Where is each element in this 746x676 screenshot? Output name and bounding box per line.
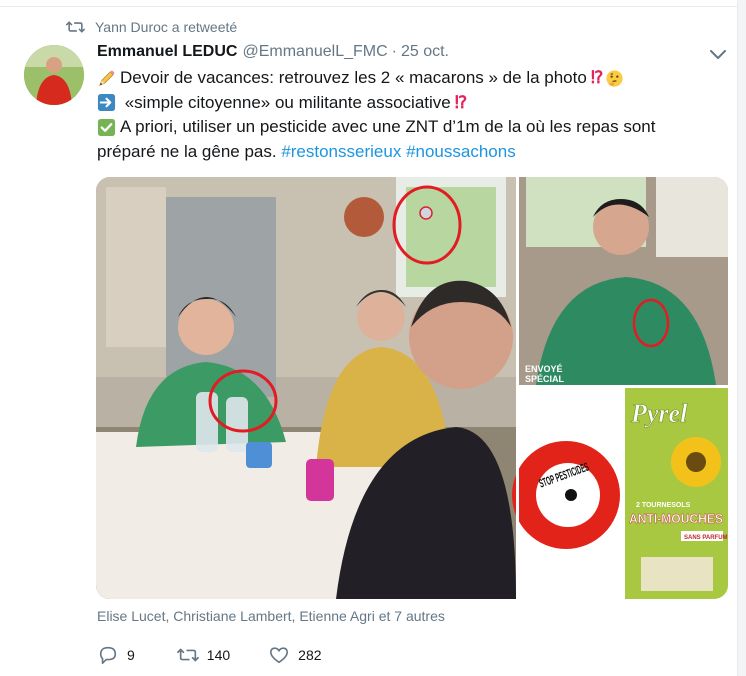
top-border	[0, 0, 746, 7]
reply-icon	[99, 646, 117, 664]
envoye-special-label: ENVOYÉ	[525, 364, 563, 374]
tweet-line-2-text: «simple citoyenne» ou militante associat…	[120, 92, 451, 112]
interrobang-icon: ⁉	[454, 92, 468, 112]
right-arrow-emoji-icon	[97, 94, 116, 112]
tweet-line-3: A priori, utiliser un pesticide avec une…	[97, 115, 697, 140]
tweet-line-4: préparé ne la gêne pas. #restonsserieux …	[97, 140, 697, 165]
chevron-down-icon[interactable]	[706, 45, 730, 65]
tweet-line-3-text: A priori, utiliser un pesticide avec une…	[120, 117, 656, 136]
interrobang-icon: ⁉	[590, 68, 604, 87]
hashtag-link[interactable]: #restonsserieux	[281, 140, 401, 165]
heart-icon	[270, 647, 289, 664]
like-button[interactable]: 282	[268, 645, 322, 665]
pencil-emoji-icon	[99, 70, 115, 86]
like-count: 282	[298, 647, 322, 663]
retweet-label[interactable]: Yann Duroc a retweeté	[95, 19, 237, 35]
tweet-line-1: Devoir de vacances: retrouvez les 2 « ma…	[97, 66, 697, 91]
stop-pesticides-sticker[interactable]: STOP PESTICIDES	[512, 388, 622, 599]
separator-dot: ·	[391, 43, 397, 60]
tweet-line-2: «simple citoyenne» ou militante associat…	[97, 91, 697, 116]
pyrel-line-1: 2 TOURNESOLS	[636, 502, 691, 509]
envoye-special-photo[interactable]: ENVOYÉ SPÉCIAL	[519, 177, 728, 385]
pyrel-tag: SANS PARFUM	[684, 535, 728, 541]
retweet-count: 140	[206, 647, 231, 663]
tweet-date[interactable]: 25 oct.	[401, 43, 449, 61]
hashtag-link[interactable]: #noussachons	[406, 140, 516, 165]
pyrel-package[interactable]: Pyrel 2 TOURNESOLS ANTI-MOUCHES SANS PAR…	[625, 388, 728, 599]
reply-count: 9	[127, 647, 135, 663]
tweet-line-1-text: Devoir de vacances: retrouvez les 2 « ma…	[120, 68, 587, 87]
retweet-icon	[66, 21, 85, 33]
tweet-media[interactable]: ENVOYÉ SPÉCIAL STOP PESTICIDES Pyrel 2 T…	[96, 177, 728, 599]
retweet-icon	[176, 648, 199, 662]
avatar[interactable]	[24, 45, 84, 105]
author-handle[interactable]: @EmmanuelL_FMC	[242, 43, 387, 61]
thinking-face-emoji-icon	[606, 70, 623, 87]
pyrel-brand: Pyrel	[630, 399, 688, 428]
retweet-context[interactable]: Yann Duroc a retweeté	[66, 17, 237, 37]
check-mark-button-emoji-icon	[97, 118, 116, 136]
retweet-button[interactable]: 140	[176, 645, 231, 665]
tweet-header: Emmanuel LEDUC @EmmanuelL_FMC · 25 oct.	[97, 43, 449, 65]
liked-by-line[interactable]: Elise Lucet, Christiane Lambert, Etienne…	[97, 608, 445, 624]
author-name[interactable]: Emmanuel LEDUC	[97, 43, 237, 61]
pyrel-line-2: ANTI-MOUCHES	[629, 511, 723, 526]
tweet-text: Devoir de vacances: retrouvez les 2 « ma…	[97, 66, 697, 164]
envoye-special-label-2: SPÉCIAL	[525, 374, 565, 384]
tweet-line-4-text: préparé ne la gêne pas.	[97, 141, 282, 161]
reply-button[interactable]: 9	[97, 645, 135, 665]
main-photo[interactable]	[96, 177, 516, 599]
tweet-actions: 9 140 282	[97, 643, 322, 667]
scrollbar-track[interactable]	[737, 0, 746, 676]
